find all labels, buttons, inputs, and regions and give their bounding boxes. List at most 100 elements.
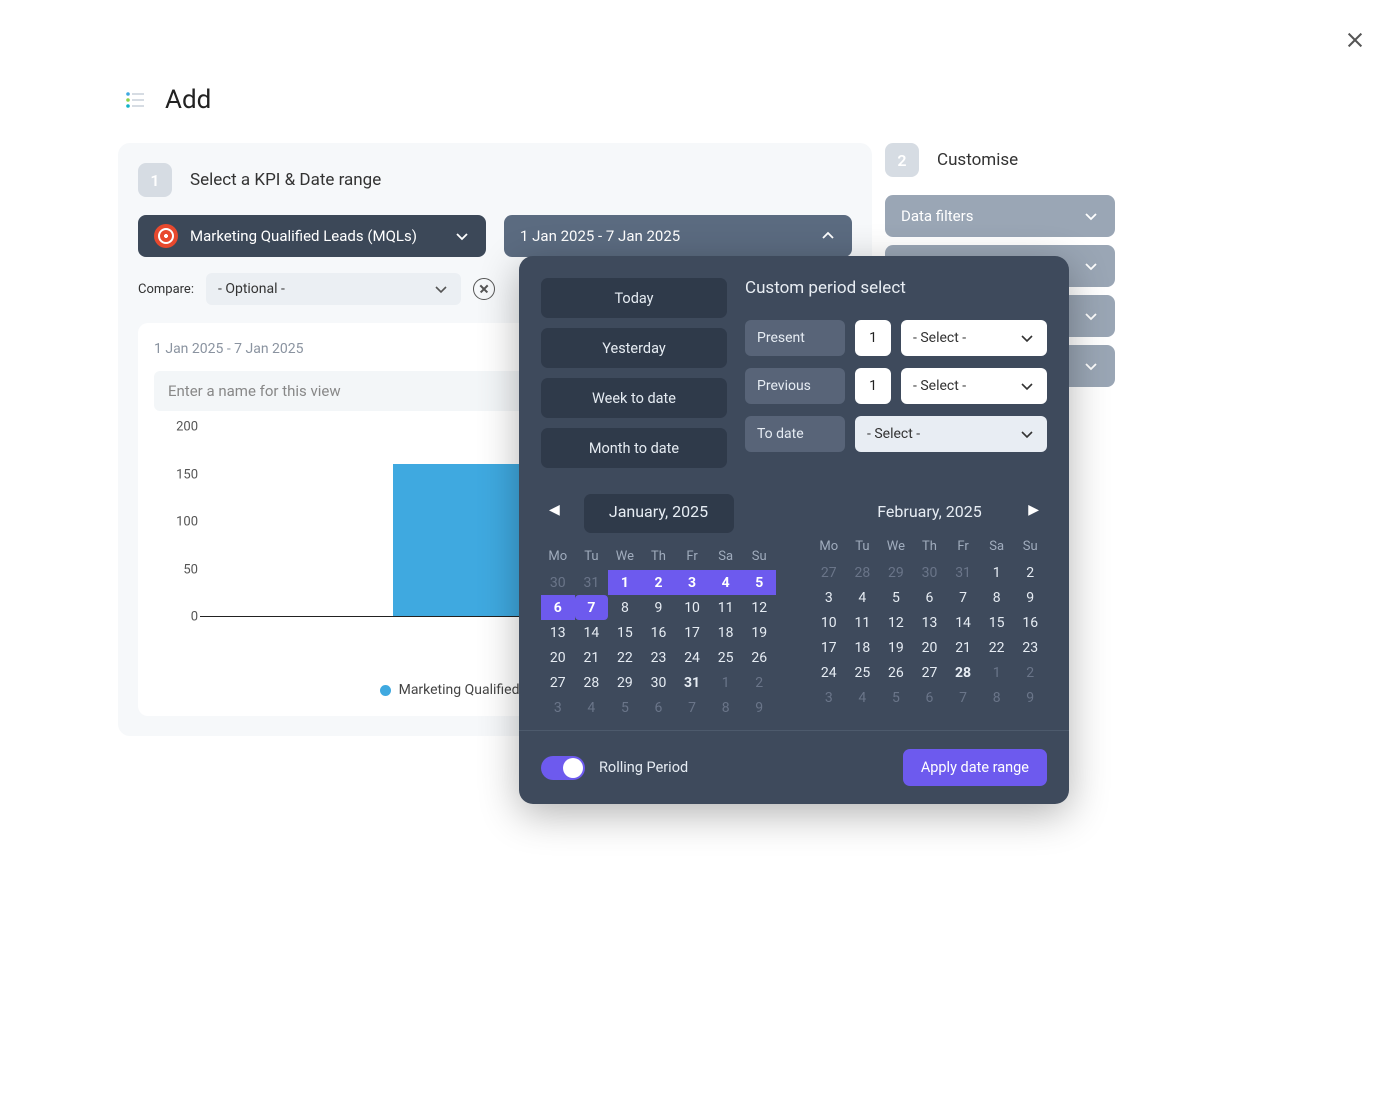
calendar-day[interactable]: 25 xyxy=(846,660,880,685)
calendar-day[interactable]: 8 xyxy=(980,685,1014,710)
calendar-day[interactable]: 4 xyxy=(846,585,880,610)
calendar-day[interactable]: 7 xyxy=(575,595,609,620)
calendar-day[interactable]: 24 xyxy=(675,645,709,670)
preset-month-to-date[interactable]: Month to date xyxy=(541,428,727,468)
calendar-day[interactable]: 30 xyxy=(541,570,575,595)
calendar-day[interactable]: 23 xyxy=(1013,635,1047,660)
calendar-day[interactable]: 2 xyxy=(742,670,776,695)
calendar-next-icon[interactable]: ▶ xyxy=(1028,502,1039,518)
calendar-day[interactable]: 24 xyxy=(812,660,846,685)
present-unit-select[interactable]: - Select - xyxy=(901,320,1047,356)
calendar-day[interactable]: 29 xyxy=(608,670,642,695)
calendar-day[interactable]: 1 xyxy=(980,560,1014,585)
calendar-day[interactable]: 15 xyxy=(608,620,642,645)
calendar-day[interactable]: 4 xyxy=(709,570,743,595)
calendar-day[interactable]: 17 xyxy=(812,635,846,660)
preset-week-to-date[interactable]: Week to date xyxy=(541,378,727,418)
calendar-day[interactable]: 22 xyxy=(980,635,1014,660)
calendar-day[interactable]: 5 xyxy=(608,695,642,720)
calendar-day[interactable]: 5 xyxy=(879,585,913,610)
calendar-day[interactable]: 27 xyxy=(541,670,575,695)
calendar-day[interactable]: 4 xyxy=(846,685,880,710)
calendar-day[interactable]: 5 xyxy=(879,685,913,710)
calendar-day[interactable]: 15 xyxy=(980,610,1014,635)
calendar-day[interactable]: 1 xyxy=(980,660,1014,685)
calendar-day[interactable]: 21 xyxy=(946,635,980,660)
calendar-day[interactable]: 28 xyxy=(846,560,880,585)
compare-select[interactable]: - Optional - xyxy=(206,273,461,305)
calendar-day[interactable]: 14 xyxy=(575,620,609,645)
rolling-period-toggle[interactable] xyxy=(541,756,585,780)
calendar-day[interactable]: 3 xyxy=(541,695,575,720)
calendar-day[interactable]: 3 xyxy=(812,585,846,610)
calendar-day[interactable]: 7 xyxy=(946,685,980,710)
calendar-day[interactable]: 8 xyxy=(608,595,642,620)
calendar-day[interactable]: 31 xyxy=(946,560,980,585)
previous-unit-select[interactable]: - Select - xyxy=(901,368,1047,404)
date-range-button[interactable]: 1 Jan 2025 - 7 Jan 2025 xyxy=(504,215,852,257)
calendar-day[interactable]: 28 xyxy=(946,660,980,685)
calendar-day[interactable]: 12 xyxy=(879,610,913,635)
calendar-day[interactable]: 6 xyxy=(913,585,947,610)
calendar-day[interactable]: 9 xyxy=(1013,685,1047,710)
compare-clear-icon[interactable] xyxy=(473,278,495,300)
calendar-day[interactable]: 31 xyxy=(575,570,609,595)
calendar-day[interactable]: 11 xyxy=(846,610,880,635)
preset-today[interactable]: Today xyxy=(541,278,727,318)
calendar-day[interactable]: 20 xyxy=(913,635,947,660)
calendar-day[interactable]: 28 xyxy=(575,670,609,695)
calendar-day[interactable]: 8 xyxy=(709,695,743,720)
calendar-day[interactable]: 12 xyxy=(742,595,776,620)
calendar-day[interactable]: 5 xyxy=(742,570,776,595)
apply-date-range-button[interactable]: Apply date range xyxy=(903,749,1047,786)
calendar-day[interactable]: 13 xyxy=(913,610,947,635)
present-num-input[interactable]: 1 xyxy=(855,320,891,356)
calendar-day[interactable]: 27 xyxy=(812,560,846,585)
calendar-day[interactable]: 16 xyxy=(642,620,676,645)
calendar-day[interactable]: 2 xyxy=(1013,560,1047,585)
calendar-day[interactable]: 25 xyxy=(709,645,743,670)
calendar-day[interactable]: 26 xyxy=(879,660,913,685)
calendar-day[interactable]: 11 xyxy=(709,595,743,620)
close-icon[interactable] xyxy=(1345,30,1365,50)
calendar-day[interactable]: 18 xyxy=(846,635,880,660)
calendar-day[interactable]: 17 xyxy=(675,620,709,645)
calendar-prev-icon[interactable]: ◀ xyxy=(549,502,560,518)
calendar-day[interactable]: 6 xyxy=(541,595,575,620)
calendar-day[interactable]: 3 xyxy=(675,570,709,595)
calendar-day[interactable]: 19 xyxy=(879,635,913,660)
calendar-day[interactable]: 7 xyxy=(946,585,980,610)
calendar-day[interactable]: 6 xyxy=(642,695,676,720)
calendar-day[interactable]: 23 xyxy=(642,645,676,670)
calendar-day[interactable]: 20 xyxy=(541,645,575,670)
calendar-day[interactable]: 9 xyxy=(1013,585,1047,610)
calendar-day[interactable]: 29 xyxy=(879,560,913,585)
calendar-day[interactable]: 26 xyxy=(742,645,776,670)
calendar-day[interactable]: 21 xyxy=(575,645,609,670)
calendar-day[interactable]: 6 xyxy=(913,685,947,710)
calendar-day[interactable]: 7 xyxy=(675,695,709,720)
preset-yesterday[interactable]: Yesterday xyxy=(541,328,727,368)
calendar-day[interactable]: 10 xyxy=(675,595,709,620)
calendar-day[interactable]: 8 xyxy=(980,585,1014,610)
calendar-day[interactable]: 30 xyxy=(642,670,676,695)
calendar-month-label[interactable]: January, 2025 xyxy=(584,494,734,533)
calendar-day[interactable]: 4 xyxy=(575,695,609,720)
previous-num-input[interactable]: 1 xyxy=(855,368,891,404)
calendar-day[interactable]: 1 xyxy=(709,670,743,695)
calendar-day[interactable]: 2 xyxy=(1013,660,1047,685)
calendar-day[interactable]: 27 xyxy=(913,660,947,685)
todate-unit-select[interactable]: - Select - xyxy=(855,416,1047,452)
calendar-day[interactable]: 19 xyxy=(742,620,776,645)
calendar-day[interactable]: 1 xyxy=(608,570,642,595)
calendar-day[interactable]: 22 xyxy=(608,645,642,670)
calendar-day[interactable]: 9 xyxy=(642,595,676,620)
calendar-day[interactable]: 30 xyxy=(913,560,947,585)
calendar-day[interactable]: 18 xyxy=(709,620,743,645)
calendar-day[interactable]: 31 xyxy=(675,670,709,695)
calendar-day[interactable]: 13 xyxy=(541,620,575,645)
calendar-day[interactable]: 16 xyxy=(1013,610,1047,635)
data-filters-button[interactable]: Data filters xyxy=(885,195,1115,237)
calendar-day[interactable]: 10 xyxy=(812,610,846,635)
calendar-day[interactable]: 14 xyxy=(946,610,980,635)
